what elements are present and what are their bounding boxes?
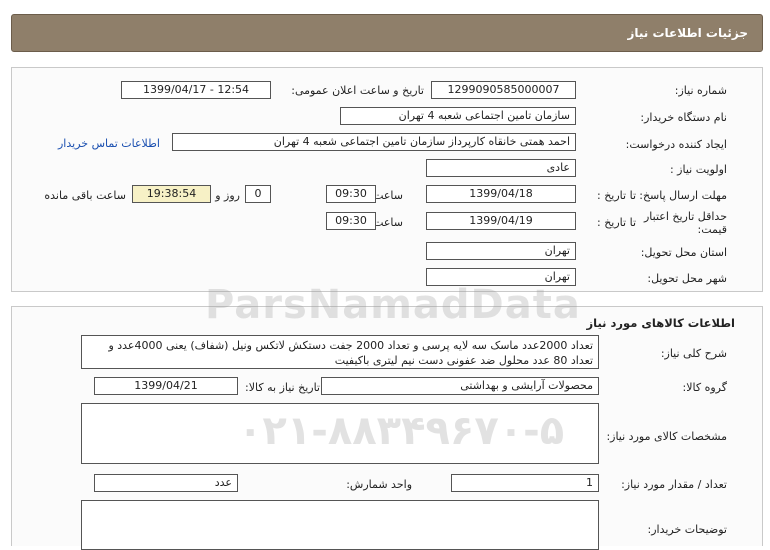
buyer-notes-label: توضیحات خریدار:	[647, 523, 728, 536]
description-field: تعداد 2000عدد ماسک سه لایه پرسی و تعداد …	[81, 335, 599, 369]
remaining-time-field: 19:38:54	[132, 185, 211, 203]
page-header: جزئیات اطلاعات نیاز	[11, 14, 763, 52]
need-date-field: 1399/04/21	[94, 377, 238, 395]
city-label: شهر محل تحویل:	[647, 272, 727, 285]
goods-section-title: اطلاعات کالاهای مورد نیاز	[586, 316, 735, 330]
reply-date-field: 1399/04/18	[426, 185, 576, 203]
reply-to-date-label: تا تاریخ :	[597, 189, 636, 202]
buyer-contact-link[interactable]: اطلاعات تماس خریدار	[58, 137, 160, 150]
goods-group-label: گروه کالا:	[682, 381, 727, 394]
goods-group-field: محصولات آرایشی و بهداشتی	[321, 377, 599, 395]
priority-label: اولویت نیاز :	[669, 163, 727, 176]
remaining-time-label: ساعت باقی مانده	[44, 189, 126, 202]
validity-time-label: ساعت	[373, 216, 403, 229]
days-label: روز و	[215, 189, 240, 202]
validity-time-field: 09:30	[326, 212, 376, 230]
city-field: تهران	[426, 268, 576, 286]
days-field: 0	[245, 185, 271, 203]
priority-field: عادی	[426, 159, 576, 177]
specs-label: مشخصات کالای مورد نیاز:	[606, 430, 727, 443]
need-date-label: تاریخ نیاز به کالا:	[245, 381, 320, 394]
price-validity-label-2: قیمت:	[697, 223, 727, 236]
need-number-field: 1299090585000007	[431, 81, 576, 99]
buyer-org-label: نام دستگاه خریدار:	[640, 111, 727, 124]
description-label: شرح کلی نیاز:	[660, 347, 727, 360]
buyer-notes-field	[81, 500, 599, 550]
announce-datetime-label: تاریخ و ساعت اعلان عمومی:	[291, 84, 424, 97]
requester-field: احمد همتی خانقاه کارپرداز سازمان تامین ا…	[172, 133, 576, 151]
price-validity-label: حداقل تاریخ اعتبار	[643, 210, 727, 223]
validity-to-date-label: تا تاریخ :	[597, 216, 636, 229]
unit-field: عدد	[94, 474, 238, 492]
requester-label: ایجاد کننده درخواست:	[625, 138, 727, 151]
announce-datetime-field: 1399/04/17 - 12:54	[121, 81, 271, 99]
page-title: جزئیات اطلاعات نیاز	[627, 26, 748, 40]
unit-label: واحد شمارش:	[346, 478, 412, 491]
validity-date-field: 1399/04/19	[426, 212, 576, 230]
buyer-org-field: سازمان تامین اجتماعی شعبه 4 تهران	[340, 107, 576, 125]
province-label: استان محل تحویل:	[640, 246, 727, 259]
reply-time-label: ساعت	[373, 189, 403, 202]
specs-field	[81, 403, 599, 464]
need-number-label: شماره نیاز:	[674, 84, 727, 97]
quantity-label: تعداد / مقدار مورد نیاز:	[621, 478, 727, 491]
province-field: تهران	[426, 242, 576, 260]
quantity-field: 1	[451, 474, 599, 492]
reply-deadline-label: مهلت ارسال پاسخ:	[639, 189, 727, 202]
reply-time-field: 09:30	[326, 185, 376, 203]
